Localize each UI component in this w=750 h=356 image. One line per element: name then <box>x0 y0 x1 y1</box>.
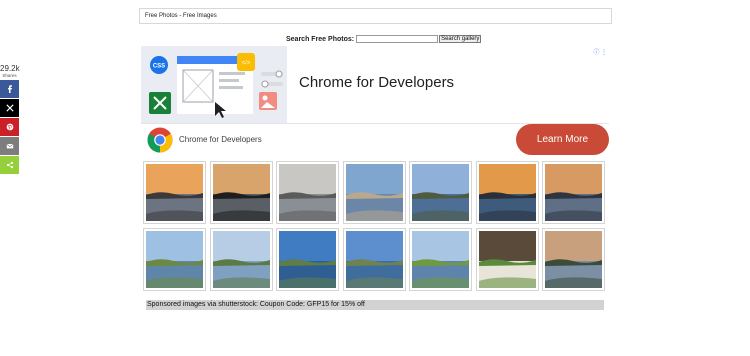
pinterest-share-button[interactable] <box>0 118 19 136</box>
gallery-thumbnail-sunset-pier-over-water[interactable] <box>143 161 206 224</box>
thumbnail-image <box>479 231 536 288</box>
x-icon <box>5 104 14 112</box>
gallery-thumbnail-rocky-shoreline-with-trees[interactable] <box>409 161 472 224</box>
gallery-thumbnail-sandy-shore-blue-sky[interactable] <box>343 161 406 224</box>
gallery-thumbnail-salad-plate-on-table[interactable] <box>476 228 539 291</box>
x-share-button[interactable] <box>0 99 19 117</box>
thumbnail-image <box>213 164 270 221</box>
photo-gallery <box>143 161 608 293</box>
gallery-thumbnail-sailboat-sunset-lake[interactable] <box>542 228 605 291</box>
breadcrumb[interactable]: Free Photos - Free Images <box>139 8 612 24</box>
gallery-thumbnail-lake-with-clouds-reflection[interactable] <box>210 228 273 291</box>
share-sidebar: 29.2k Shares <box>0 64 20 175</box>
gallery-thumbnail-reeds-and-lake-reflection[interactable] <box>143 228 206 291</box>
gallery-thumbnail-calm-lake-dusk[interactable] <box>276 161 339 224</box>
gallery-thumbnail-golden-sunset-over-lake[interactable] <box>476 161 539 224</box>
css-badge-icon: CSS <box>153 64 165 70</box>
code-badge-icon: </> <box>242 61 251 67</box>
share-count: 29.2k <box>0 64 20 73</box>
gallery-thumbnail-lakeside-path-green-grass[interactable] <box>409 228 472 291</box>
thumbnail-image <box>279 164 336 221</box>
gallery-thumbnail-blue-sky-white-clouds-lake[interactable] <box>276 228 339 291</box>
gallery-thumbnail-sunset-reflection-lake[interactable] <box>542 161 605 224</box>
advertisement[interactable]: CSS </> Chrome for Developers ⓘ ⋮ Chrome… <box>141 46 609 158</box>
ad-info-icon[interactable]: ⓘ ⋮ <box>593 47 607 56</box>
gallery-thumbnail-bridge-silhouette-at-sunset[interactable] <box>210 161 273 224</box>
thumbnail-image <box>479 164 536 221</box>
thumbnail-image <box>545 231 602 288</box>
thumbnail-image <box>146 164 203 221</box>
thumbnail-image <box>545 164 602 221</box>
email-icon <box>6 143 13 149</box>
thumbnail-image <box>412 164 469 221</box>
ad-illustration: CSS </> <box>141 46 287 123</box>
thumbnail-image <box>412 231 469 288</box>
search-form: Search Free Photos: Search gallery <box>286 34 482 44</box>
thumbnail-image <box>346 164 403 221</box>
thumbnail-image <box>279 231 336 288</box>
thumbnail-image <box>213 231 270 288</box>
email-share-button[interactable] <box>0 137 19 155</box>
learn-more-button[interactable]: Learn More <box>516 124 609 155</box>
facebook-share-button[interactable] <box>0 80 19 98</box>
facebook-icon <box>7 85 12 93</box>
ad-headline[interactable]: Chrome for Developers <box>299 74 454 91</box>
share-icon <box>6 161 13 169</box>
chrome-logo-icon <box>147 127 173 153</box>
ad-advertiser-name[interactable]: Chrome for Developers <box>179 135 262 144</box>
page-root: Free Photos - Free Images Search Free Ph… <box>0 0 750 356</box>
sponsored-images-bar[interactable]: Sponsored images via shutterstock: Coupo… <box>146 300 604 310</box>
sharethis-share-button[interactable] <box>0 156 19 174</box>
thumbnail-image <box>146 231 203 288</box>
thumbnail-image <box>346 231 403 288</box>
share-count-label: Shares <box>2 73 17 78</box>
search-label: Search Free Photos: <box>286 35 355 43</box>
search-input[interactable] <box>356 35 439 43</box>
search-gallery-button[interactable]: Search gallery <box>439 35 482 43</box>
gallery-thumbnail-wide-lake-cloudy-sky[interactable] <box>343 228 406 291</box>
pinterest-icon <box>6 123 13 131</box>
